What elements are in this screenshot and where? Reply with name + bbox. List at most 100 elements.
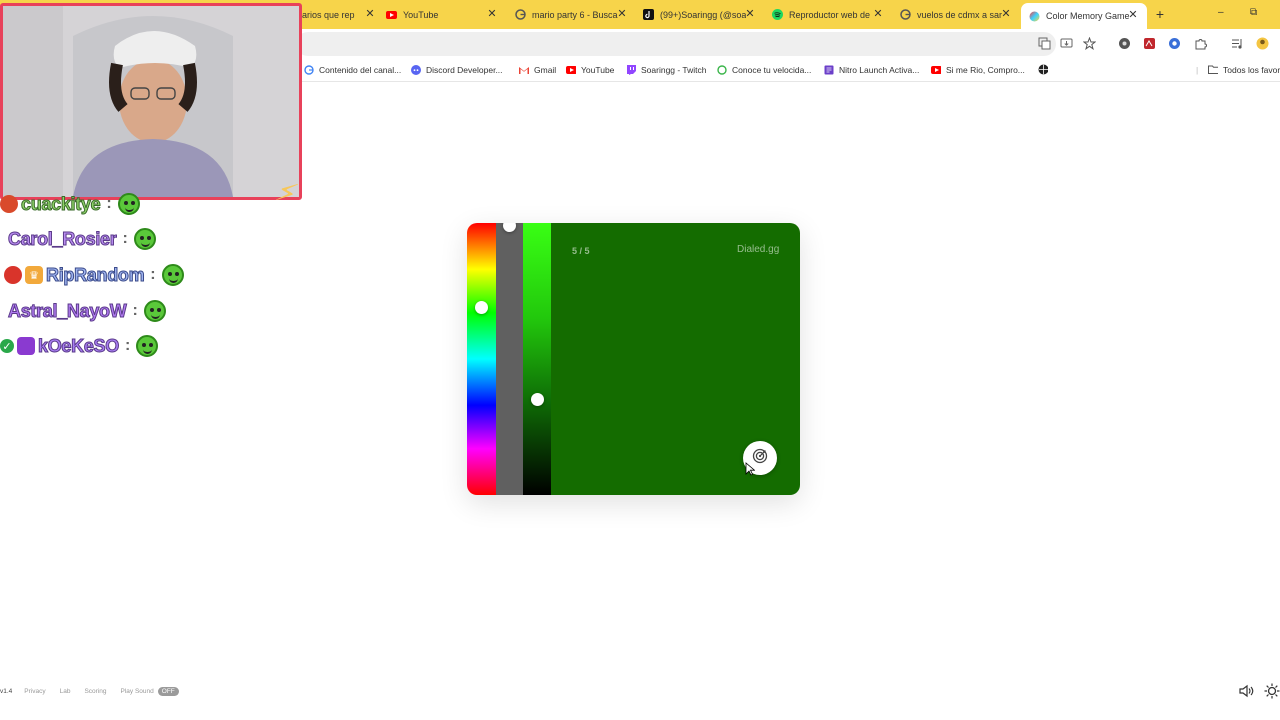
minimize-icon[interactable]: – — [1218, 7, 1224, 18]
puzzle-icon[interactable] — [1194, 37, 1207, 50]
tab-0[interactable]: arios que rep ✕ — [302, 4, 376, 25]
gmail-icon — [519, 65, 529, 75]
bookmark-label: YouTube — [581, 64, 615, 75]
tab-3[interactable]: (99+)Soaringg (@soa ✕ — [643, 4, 756, 25]
pepe-emote-icon — [161, 264, 184, 286]
bookmark-8[interactable]: Todos los favor — [1208, 63, 1280, 76]
google-icon — [304, 64, 314, 75]
version-label: v1.4 — [0, 687, 13, 695]
bookmark-label: Gmail — [534, 64, 557, 75]
google-icon — [900, 9, 911, 20]
pepe-emote-icon — [143, 300, 166, 322]
chat-colon: : — [106, 195, 112, 212]
brightness-slider-handle[interactable] — [531, 393, 544, 406]
globe-icon[interactable] — [1038, 63, 1053, 76]
bookmark-label: Nitro Launch Activa... — [839, 64, 920, 75]
restore-icon[interactable]: ⧉ — [1250, 7, 1257, 18]
bookmark-4[interactable]: Soaringg - Twitch — [626, 63, 707, 76]
bookmark-6[interactable]: Nitro Launch Activa... — [824, 63, 919, 76]
tab-6-active[interactable]: Color Memory Game ✕ — [1021, 3, 1147, 29]
bookmark-label: Todos los favor — [1223, 64, 1280, 75]
tab-close-icon[interactable]: ✕ — [486, 8, 498, 20]
chat-username: Carol_Rosier — [7, 228, 117, 249]
color-wheel-icon — [1029, 11, 1040, 22]
hue-slider[interactable] — [467, 223, 496, 495]
footer-link-scoring[interactable]: Scoring — [84, 688, 106, 695]
theme-toggle-icon[interactable] — [1264, 683, 1280, 699]
hue-slider-handle[interactable] — [475, 301, 488, 314]
sound-toggle-pill[interactable]: OFF — [157, 686, 179, 696]
tomato-badge — [4, 266, 22, 284]
address-bar[interactable] — [296, 32, 1056, 56]
profile-avatar-icon[interactable] — [1256, 37, 1269, 50]
pepe-emote-icon — [136, 335, 159, 357]
brand-label: Dialed.gg — [737, 244, 780, 255]
tab-close-icon[interactable]: ✕ — [1127, 9, 1139, 21]
mouse-cursor-icon — [745, 462, 756, 481]
cube-badge — [17, 337, 35, 355]
bookmark-0[interactable]: Contenido del canal... — [304, 63, 401, 76]
bookmark-3[interactable]: YouTube — [566, 63, 614, 76]
youtube-icon — [931, 65, 941, 75]
tab-2[interactable]: mario party 6 - Busca ✕ — [515, 4, 628, 25]
chat-message: Carol_Rosier : — [7, 225, 156, 253]
speaker-icon[interactable] — [1238, 683, 1254, 699]
screen: { "browser": { "tabs": [ {"label": "ario… — [0, 0, 1280, 720]
tab-close-icon[interactable]: ✕ — [364, 8, 376, 20]
new-tab-button[interactable]: + — [1153, 6, 1167, 22]
bookmark-1[interactable]: Discord Developer... — [411, 63, 503, 76]
tomato-badge — [0, 195, 18, 213]
bookmark-7[interactable]: Si me Rio, Compro... — [931, 63, 1025, 76]
chat-colon: : — [124, 337, 131, 354]
chat-colon: : — [132, 302, 138, 319]
chat-username: RipRandom — [45, 264, 145, 285]
extension-icon-2[interactable] — [1143, 37, 1156, 50]
footer-link-privacy[interactable]: Privacy — [24, 688, 45, 695]
tab-close-icon[interactable]: ✕ — [744, 8, 756, 20]
page-footer: v1.4 Privacy Lab Scoring Play Sound OFF — [0, 684, 193, 698]
youtube-icon — [566, 65, 576, 75]
tab-1[interactable]: YouTube ✕ — [386, 4, 498, 25]
media-control-icon[interactable] — [1231, 37, 1244, 50]
spotify-icon — [772, 9, 783, 20]
extension-icon-3[interactable] — [1168, 37, 1181, 50]
star-icon[interactable] — [1083, 37, 1096, 50]
brightness-slider[interactable] — [523, 223, 551, 495]
bookmark-2[interactable]: Gmail — [519, 63, 556, 76]
tab-label: mario party 6 - Busca — [532, 9, 618, 20]
tab-label: vuelos de cdmx a sar — [917, 9, 1003, 20]
crown-badge: ♛ — [25, 266, 43, 284]
pepe-emote-icon — [117, 193, 140, 215]
tab-close-icon[interactable]: ✕ — [1000, 8, 1012, 20]
bookmark-label: Conoce tu velocida... — [732, 64, 812, 75]
chat-username: kOeKeSO — [38, 335, 120, 356]
document-icon — [824, 65, 834, 75]
chat-colon: : — [150, 266, 156, 283]
discord-icon — [411, 64, 421, 75]
footer-link-play-sound[interactable]: Play Sound — [121, 688, 154, 695]
tab-label: Color Memory Game — [1046, 11, 1130, 21]
chat-username: cuackitye — [20, 193, 101, 214]
tab-label: YouTube — [403, 9, 439, 20]
footer-link-lab[interactable]: Lab — [60, 688, 71, 695]
chat-colon: : — [122, 230, 128, 247]
chat-message: cuackitye : — [0, 190, 140, 218]
youtube-icon — [386, 9, 397, 20]
google-icon — [515, 9, 526, 20]
tab-label: (99+)Soaringg (@soa — [660, 9, 747, 20]
chat-message: ✓ kOeKeSO : — [0, 332, 159, 360]
extension-icon-1[interactable] — [1118, 37, 1131, 50]
bookmark-5[interactable]: Conoce tu velocida... — [717, 63, 811, 76]
chat-username: Astral_NayoW — [7, 300, 127, 321]
speedtest-icon — [717, 64, 727, 75]
tab-close-icon[interactable]: ✕ — [872, 8, 884, 20]
tab-4[interactable]: Reproductor web de ✕ — [772, 4, 884, 25]
install-app-icon[interactable] — [1060, 37, 1073, 50]
translate-icon[interactable] — [1038, 37, 1051, 50]
tab-close-icon[interactable]: ✕ — [616, 8, 628, 20]
bookmark-label: Soaringg - Twitch — [641, 64, 707, 75]
tiktok-icon — [643, 9, 654, 20]
folder-icon — [1208, 65, 1218, 75]
tab-5[interactable]: vuelos de cdmx a sar ✕ — [900, 4, 1012, 25]
chat-message: Astral_NayoW : — [7, 297, 166, 325]
